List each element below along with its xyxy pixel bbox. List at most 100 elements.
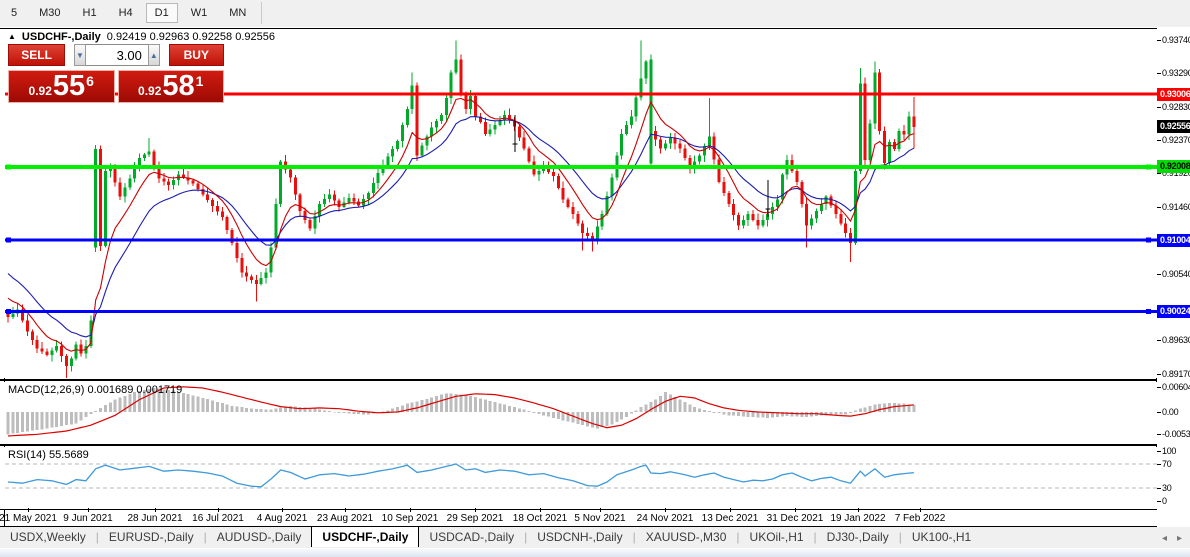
date-label: 5 Nov 2021 [574,513,626,524]
sell-button[interactable]: SELL [8,44,66,66]
date-label: 18 Oct 2021 [512,513,568,524]
symbol-tab-audusd-[interactable]: AUDUSD-,Daily [207,528,312,547]
toolbar-separator [261,2,263,24]
sell-price-tile[interactable]: 0.92 55 6 [8,70,115,103]
date-label: 9 Jun 2021 [63,513,113,524]
timeframe-button-h4[interactable]: H4 [110,3,142,23]
date-tick-mark [345,508,346,512]
date-tick-mark [730,508,731,512]
date-tick-mark [665,508,666,512]
price-tick-label: 0.92830 [1162,101,1190,112]
date-label: 19 Jan 2022 [830,513,886,524]
axis-tick-mark [1157,434,1161,436]
collapse-icon[interactable]: ▲ [8,32,16,42]
axis-tick-mark [1157,464,1161,465]
symbol-tab-uk100-[interactable]: UK100-,H1 [902,528,981,547]
price-tick-label: 0.90540 [1162,268,1190,279]
axis-tick-mark [1157,373,1161,375]
price-badge: 0.92556 [1157,120,1190,134]
date-axis-separator [0,509,1190,510]
price-tick-label: 0.93740 [1162,35,1190,46]
timeframe-button-d1[interactable]: D1 [145,3,178,23]
date-tick-mark [920,508,921,512]
rsi-tick-label: 100 [1162,446,1177,456]
date-label: 7 Feb 2022 [894,513,946,524]
timeframe-button-w1[interactable]: W1 [182,3,217,23]
price-badge: 0.90024 [1157,305,1190,318]
axis-tick-mark [1157,140,1161,142]
buy-button[interactable]: BUY [168,44,225,66]
price-tick-label: 0.92370 [1162,135,1190,146]
timeframe-toolbar: 5 M30 H1 H4 D1 W1 MN [0,0,1190,26]
price-tick-label: 0.93290 [1162,68,1190,79]
price-axis[interactable]: 0.937400.932900.928300.923700.919200.914… [1157,27,1190,527]
price-badge: 0.93006 [1157,87,1190,101]
buy-price-tile[interactable]: 0.92 58 1 [117,70,224,103]
volume-increase-button[interactable]: ▲ [147,44,160,66]
axis-tick-mark [1157,73,1161,75]
symbol-tab-dj30-[interactable]: DJ30-,Daily [817,528,899,547]
date-tick-mark [795,508,796,512]
buy-price-prefix: 0.92 [138,83,162,98]
rsi-separator [0,444,1190,446]
price-tick-label: 0.89170 [1162,368,1190,379]
chart-area[interactable]: ▲ USDCHF-,Daily 0.92419 0.92963 0.92258 … [0,27,1190,527]
date-label: 4 Aug 2021 [256,513,308,524]
date-label: 29 Sep 2021 [446,513,504,524]
axis-tick-mark [1157,106,1161,108]
timeframe-button-m30[interactable]: M30 [30,3,69,23]
rsi-label: RSI(14) 55.5689 [8,449,89,461]
timeframe-button-mn[interactable]: MN [220,3,255,23]
axis-tick-mark [1157,206,1161,208]
axis-tick-mark [1157,340,1161,342]
rsi-tick-label: 0 [1162,496,1167,506]
axis-tick-mark [1157,387,1161,389]
date-tick-mark [540,508,541,512]
symbol-tab-usdx[interactable]: USDX,Weekly [0,528,96,547]
price-tick-label: 0.89630 [1162,335,1190,346]
tabs-scroll-left-icon[interactable]: ◂ [1162,533,1167,544]
symbol-tab-xauusd-[interactable]: XAUUSD-,M30 [636,528,737,547]
date-label: 28 Jun 2021 [127,513,183,524]
date-tick-mark [28,508,29,512]
buy-price-pip: 1 [195,72,204,89]
sell-price-pip: 6 [86,72,94,89]
macd-tick-label: -0.00538 [1162,429,1190,440]
rsi-tick-label: 30 [1162,483,1172,493]
symbol-tab-ukoil-[interactable]: UKOil-,H1 [740,528,814,547]
date-label: 10 Sep 2021 [381,513,439,524]
price-badge: 0.92008 [1157,160,1190,174]
symbol-tab-usdcad-[interactable]: USDCAD-,Daily [419,528,524,547]
symbol-tab-eurusd-[interactable]: EURUSD-,Daily [99,528,204,547]
date-label: 24 Nov 2021 [636,513,694,524]
tabs-scroll-right-icon[interactable]: ▸ [1177,533,1182,544]
rsi-tick-label: 70 [1162,459,1172,469]
date-tick-mark [218,508,219,512]
macd-tick-label: 0.006045 [1162,382,1190,393]
macd-label: MACD(12,26,9) 0.001689 0.001719 [8,384,183,396]
date-tick-mark [155,508,156,512]
rsi-panel[interactable] [0,447,1157,509]
date-tick-mark [858,508,859,512]
axis-tick-mark [1157,273,1161,275]
symbol-tab-usdchf-[interactable]: USDCHF-,Daily [311,526,420,547]
symbol-tabbar: USDX,Weekly | EURUSD-,Daily | AUDUSD-,Daily U… [0,526,1190,547]
date-tick-mark [475,508,476,512]
axis-tick-mark [1157,412,1161,413]
price-tick-label: 0.91460 [1162,201,1190,212]
date-label: 23 Aug 2021 [316,513,374,524]
timeframe-button-h1[interactable]: H1 [74,3,106,23]
date-label: 21 May 2021 [0,513,57,524]
axis-tick-mark [1157,451,1161,452]
chart-symbol-title: USDCHF-,Daily [21,31,101,43]
axis-tick-mark [1157,488,1161,489]
symbol-tab-usdcnh-[interactable]: USDCNH-,Daily [527,528,632,547]
volume-input[interactable] [85,44,148,66]
date-tick-mark [410,508,411,512]
axis-tick-mark [1157,40,1161,42]
axis-tick-mark [1157,501,1161,502]
macd-separator [0,379,1190,381]
timeframe-button-5[interactable]: 5 [2,3,26,23]
volume-decrease-button[interactable]: ▼ [74,44,86,66]
date-label: 13 Dec 2021 [701,513,759,524]
